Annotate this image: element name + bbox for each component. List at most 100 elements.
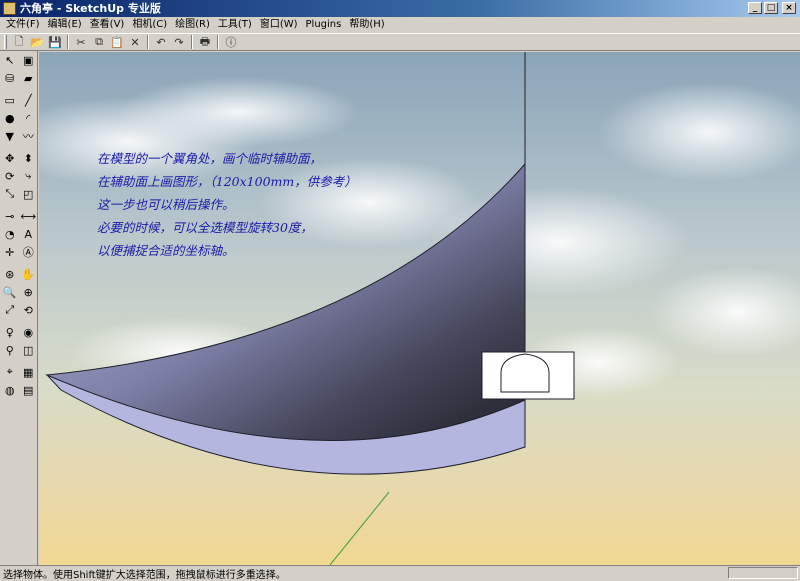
circle-icon[interactable]: ● <box>1 109 19 127</box>
cut-icon[interactable]: ✂ <box>72 34 90 50</box>
save-icon[interactable]: 💾 <box>46 34 64 50</box>
paste-icon[interactable]: 📋 <box>108 34 126 50</box>
scale-icon[interactable]: ⤡ <box>1 185 19 203</box>
annotation-line: 在辅助面上画图形，（120x100mm，供参考） <box>97 174 357 189</box>
line-icon[interactable]: ╱ <box>20 91 38 109</box>
minimize-button[interactable]: _ <box>748 2 762 14</box>
status-bar: 选择物体。使用Shift键扩大选择范围，拖拽鼠标进行多重选择。 <box>0 565 800 581</box>
move-icon[interactable]: ✥ <box>1 149 19 167</box>
tool-row: ◔ A <box>0 225 37 243</box>
rotate-icon[interactable]: ⟳ <box>1 167 19 185</box>
section-plane-icon[interactable]: ◫ <box>20 341 38 359</box>
tool-row: ◍ ▤ <box>0 381 37 399</box>
zoom-icon[interactable]: 🔍 <box>1 283 19 301</box>
look-around-icon[interactable]: ◉ <box>20 323 38 341</box>
polygon-icon[interactable]: ▼ <box>1 127 19 145</box>
tool-row: ● ◜ <box>0 109 37 127</box>
standard-toolbar: 🗋 📂 💾 ✂ ⧉ 📋 ✕ ↶ ↷ 🖶 ⓘ <box>0 33 800 51</box>
toolbar-separator <box>67 35 69 49</box>
toggle-terrain-icon[interactable]: ▦ <box>20 363 38 381</box>
get-location-icon[interactable]: ⌖ <box>1 363 19 381</box>
make-component-icon[interactable]: ▣ <box>20 51 38 69</box>
push-pull-icon[interactable]: ⬍ <box>20 149 38 167</box>
follow-me-icon[interactable]: ⤷ <box>20 167 38 185</box>
offset-icon[interactable]: ◰ <box>20 185 38 203</box>
previous-view-icon[interactable]: ⟲ <box>20 301 38 319</box>
annotation-line: 这一步也可以稍后操作。 <box>97 197 235 212</box>
menu-item-5[interactable]: 工具(T) <box>214 17 256 33</box>
tool-row: 🔍 ⊕ <box>0 283 37 301</box>
close-button[interactable]: × <box>782 2 796 14</box>
open-icon[interactable]: 📂 <box>28 34 46 50</box>
print-icon[interactable]: 🖶 <box>196 34 214 50</box>
annotation-line: 在模型的一个翼角处，画个临时辅助面， <box>97 151 323 166</box>
tool-row: ⌖ ▦ <box>0 363 37 381</box>
window-title: 六角亭 - SketchUp 专业版 <box>20 2 161 15</box>
maximize-button[interactable]: □ <box>764 2 778 14</box>
zoom-extents-icon[interactable]: ⤢ <box>1 301 19 319</box>
3d-viewport[interactable]: 在模型的一个翼角处，画个临时辅助面， 在辅助面上画图形，（120x100mm，供参… <box>39 52 800 565</box>
toolbar-separator <box>217 35 219 49</box>
tool-row: ▭ ╱ <box>0 91 37 109</box>
undo-icon[interactable]: ↶ <box>152 34 170 50</box>
arch-profile-shape[interactable] <box>500 353 550 393</box>
menu-item-1[interactable]: 编辑(E) <box>44 17 86 33</box>
tool-row: ⛁ ▰ <box>0 69 37 87</box>
new-icon[interactable]: 🗋 <box>10 34 28 50</box>
tool-row: ✥ ⬍ <box>0 149 37 167</box>
tool-group: ♀ ◉ ⚲ ◫ <box>0 323 37 359</box>
model-info-icon[interactable]: ⓘ <box>222 34 240 50</box>
tool-row: ♀ ◉ <box>0 323 37 341</box>
tool-group: ↖ ▣ ⛁ ▰ <box>0 51 37 87</box>
viewport-canvas <box>39 52 800 565</box>
menu-item-8[interactable]: 帮助(H) <box>345 17 388 33</box>
toolbar-grip[interactable] <box>4 35 7 49</box>
redo-icon[interactable]: ↷ <box>170 34 188 50</box>
green-axis-line <box>329 491 390 565</box>
tool-group: ▭ ╱ ● ◜ ▼ 〰 <box>0 91 37 145</box>
copy-icon[interactable]: ⧉ <box>90 34 108 50</box>
3d-text-icon[interactable]: Ⓐ <box>20 243 38 261</box>
select-icon[interactable]: ↖ <box>1 51 19 69</box>
tool-row: ⤢ ⟲ <box>0 301 37 319</box>
delete-icon[interactable]: ✕ <box>126 34 144 50</box>
annotation-line: 以便捕捉合适的坐标轴。 <box>97 243 235 258</box>
photo-textures-icon[interactable]: ▤ <box>20 381 38 399</box>
toolbar-separator <box>191 35 193 49</box>
position-camera-icon[interactable]: ♀ <box>1 323 19 341</box>
application-window: 六角亭 - SketchUp 专业版 _ □ × 文件(F) 编辑(E) 查看(V)… <box>0 0 800 581</box>
axes-icon[interactable]: ✛ <box>1 243 19 261</box>
tool-row: ⤡ ◰ <box>0 185 37 203</box>
menu-item-4[interactable]: 绘图(R) <box>171 17 214 33</box>
menu-bar: 文件(F) 编辑(E) 查看(V) 相机(C) 绘图(R) 工具(T) 窗口(W) Plugi… <box>0 17 800 33</box>
tool-group: ⌖ ▦ ◍ ▤ <box>0 363 37 399</box>
orbit-icon[interactable]: ⊛ <box>1 265 19 283</box>
toolbar-separator <box>147 35 149 49</box>
tool-row: ⊸ ⟷ <box>0 207 37 225</box>
arc-icon[interactable]: ◜ <box>20 109 38 127</box>
menu-item-0[interactable]: 文件(F) <box>2 17 44 33</box>
menu-item-2[interactable]: 查看(V) <box>86 17 129 33</box>
menu-item-6[interactable]: 窗口(W) <box>256 17 302 33</box>
zoom-window-icon[interactable]: ⊕ <box>20 283 38 301</box>
pan-icon[interactable]: ✋ <box>20 265 38 283</box>
tool-row: ▼ 〰 <box>0 127 37 145</box>
dimension-icon[interactable]: ⟷ <box>20 207 38 225</box>
freehand-icon[interactable]: 〰 <box>20 127 38 145</box>
tape-measure-icon[interactable]: ⊸ <box>1 207 19 225</box>
add-location-icon[interactable]: ◍ <box>1 381 19 399</box>
menu-item-3[interactable]: 相机(C) <box>128 17 171 33</box>
tool-group: ✥ ⬍ ⟳ ⤷ ⤡ ◰ <box>0 149 37 203</box>
rectangle-icon[interactable]: ▭ <box>1 91 19 109</box>
measurements-box[interactable] <box>728 567 798 579</box>
title-bar[interactable]: 六角亭 - SketchUp 专业版 _ □ × <box>0 0 800 17</box>
eraser-icon[interactable]: ▰ <box>20 69 38 87</box>
paint-bucket-icon[interactable]: ⛁ <box>1 69 19 87</box>
protractor-icon[interactable]: ◔ <box>1 225 19 243</box>
sketchup-app-icon[interactable] <box>3 2 16 15</box>
text-icon[interactable]: A <box>20 225 38 243</box>
menu-item-7[interactable]: Plugins <box>302 17 346 33</box>
annotation-line: 必要的时候，可以全选模型旋转30度， <box>97 220 313 235</box>
tool-row: ⊛ ✋ <box>0 265 37 283</box>
walk-icon[interactable]: ⚲ <box>1 341 19 359</box>
